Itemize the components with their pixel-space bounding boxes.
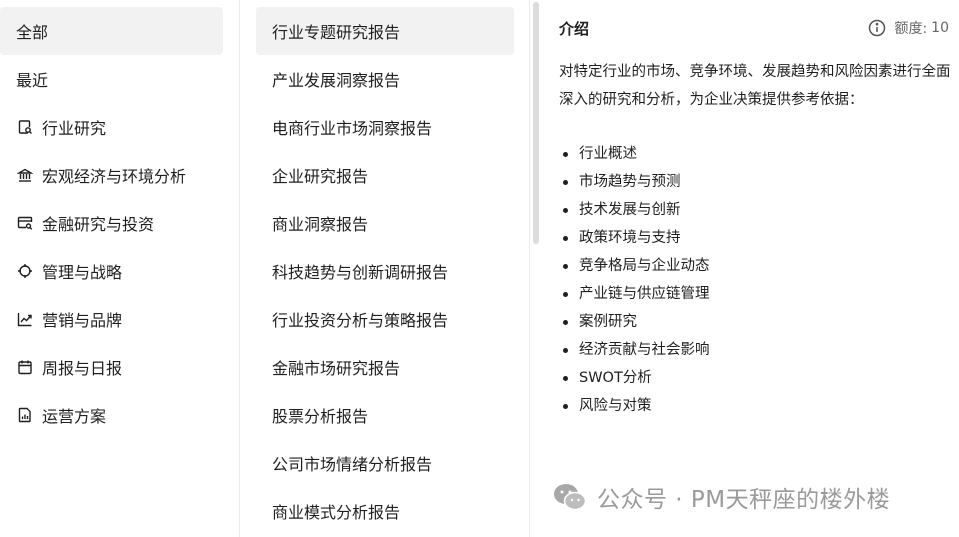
template-label: 行业投资分析与策略报告 <box>272 311 449 330</box>
list-item: 行业概述 <box>559 140 949 168</box>
category-label: 全部 <box>16 23 49 42</box>
intro-description: 对特定行业的市场、竞争环境、发展趋势和风险因素进行全面深入的研究和分析，为企业决… <box>559 64 951 108</box>
bank-icon <box>16 166 34 184</box>
category-sidebar: 全部 最近 行业研究 宏观经济与环境分析 金融研究与投资 管理与战略 营销与品牌 <box>0 0 240 537</box>
scrollbar-thumb[interactable] <box>533 2 539 244</box>
template-item[interactable]: 产业发展洞察报告 <box>256 55 514 103</box>
category-label: 最近 <box>16 71 49 90</box>
list-item: 竞争格局与企业动态 <box>559 252 949 280</box>
template-item[interactable]: 公司市场情绪分析报告 <box>256 439 514 487</box>
template-label: 科技趋势与创新调研报告 <box>272 263 449 282</box>
category-item-operations-plan[interactable]: 运营方案 <box>0 391 223 439</box>
template-item[interactable]: 商业洞察报告 <box>256 199 514 247</box>
list-item: 产业链与供应链管理 <box>559 280 949 308</box>
category-item-finance-investment[interactable]: 金融研究与投资 <box>0 199 223 247</box>
template-label: 商业模式分析报告 <box>272 503 401 522</box>
template-label: 电商行业市场洞察报告 <box>272 119 433 138</box>
list-item: SWOT分析 <box>559 364 949 392</box>
template-label: 金融市场研究报告 <box>272 359 401 378</box>
intro-heading: 介绍 <box>559 20 590 38</box>
template-label: 股票分析报告 <box>272 407 369 426</box>
watermark-text: 公众号 · PM天秤座的楼外楼 <box>597 487 891 513</box>
category-item-marketing-brand[interactable]: 营销与品牌 <box>0 295 223 343</box>
template-list-scrollbar[interactable] <box>531 0 543 537</box>
template-item[interactable]: 金融市场研究报告 <box>256 343 514 391</box>
template-label: 行业专题研究报告 <box>272 23 401 42</box>
quota-value: 10 <box>931 20 949 36</box>
report-file-icon <box>16 406 34 424</box>
category-label: 运营方案 <box>42 407 107 426</box>
info-icon[interactable] <box>868 19 886 37</box>
list-item: 案例研究 <box>559 308 949 336</box>
template-label: 企业研究报告 <box>272 167 369 186</box>
category-item-all[interactable]: 全部 <box>0 7 223 55</box>
template-item[interactable]: 电商行业市场洞察报告 <box>256 103 514 151</box>
template-label: 产业发展洞察报告 <box>272 71 401 90</box>
category-item-weekly-daily[interactable]: 周报与日报 <box>0 343 223 391</box>
crosshair-icon <box>16 262 34 280</box>
category-label: 周报与日报 <box>42 359 123 378</box>
category-item-management-strategy[interactable]: 管理与战略 <box>0 247 223 295</box>
template-item[interactable]: 行业专题研究报告 <box>256 7 514 55</box>
template-item[interactable]: 行业投资分析与策略报告 <box>256 295 514 343</box>
template-label: 公司市场情绪分析报告 <box>272 455 433 474</box>
template-list: 行业专题研究报告 产业发展洞察报告 电商行业市场洞察报告 企业研究报告 商业洞察… <box>240 0 530 537</box>
trend-chart-icon <box>16 310 34 328</box>
card-search-icon <box>16 214 34 232</box>
template-item[interactable]: 企业研究报告 <box>256 151 514 199</box>
watermark: 公众号 · PM天秤座的楼外楼 <box>553 480 890 514</box>
category-label: 行业研究 <box>42 119 107 138</box>
list-item: 市场趋势与预测 <box>559 168 949 196</box>
detail-panel: 介绍 额度: 10 对特定行业的市场、竞争环境、发展趋势和风险因素进行全面深入的… <box>543 0 959 537</box>
wechat-icon <box>553 482 587 512</box>
category-label: 营销与品牌 <box>42 311 123 330</box>
list-item: 技术发展与创新 <box>559 196 949 224</box>
quota-indicator: 额度: 10 <box>868 18 949 38</box>
category-label: 宏观经济与环境分析 <box>42 167 187 186</box>
quota-label: 额度: <box>894 21 928 37</box>
list-item: 风险与对策 <box>559 392 949 420</box>
template-item[interactable]: 科技趋势与创新调研报告 <box>256 247 514 295</box>
category-item-industry-research[interactable]: 行业研究 <box>0 103 223 151</box>
category-item-macro-economy[interactable]: 宏观经济与环境分析 <box>0 151 223 199</box>
template-label: 商业洞察报告 <box>272 215 369 234</box>
list-item: 政策环境与支持 <box>559 224 949 252</box>
document-search-icon <box>16 118 34 136</box>
feature-list: 行业概述 市场趋势与预测 技术发展与创新 政策环境与支持 竞争格局与企业动态 产… <box>559 140 949 420</box>
list-item: 经济贡献与社会影响 <box>559 336 949 364</box>
template-item[interactable]: 股票分析报告 <box>256 391 514 439</box>
calendar-icon <box>16 358 34 376</box>
template-item[interactable]: 商业模式分析报告 <box>256 487 514 535</box>
category-label: 管理与战略 <box>42 263 123 282</box>
category-item-recent[interactable]: 最近 <box>0 55 223 103</box>
category-label: 金融研究与投资 <box>42 215 155 234</box>
